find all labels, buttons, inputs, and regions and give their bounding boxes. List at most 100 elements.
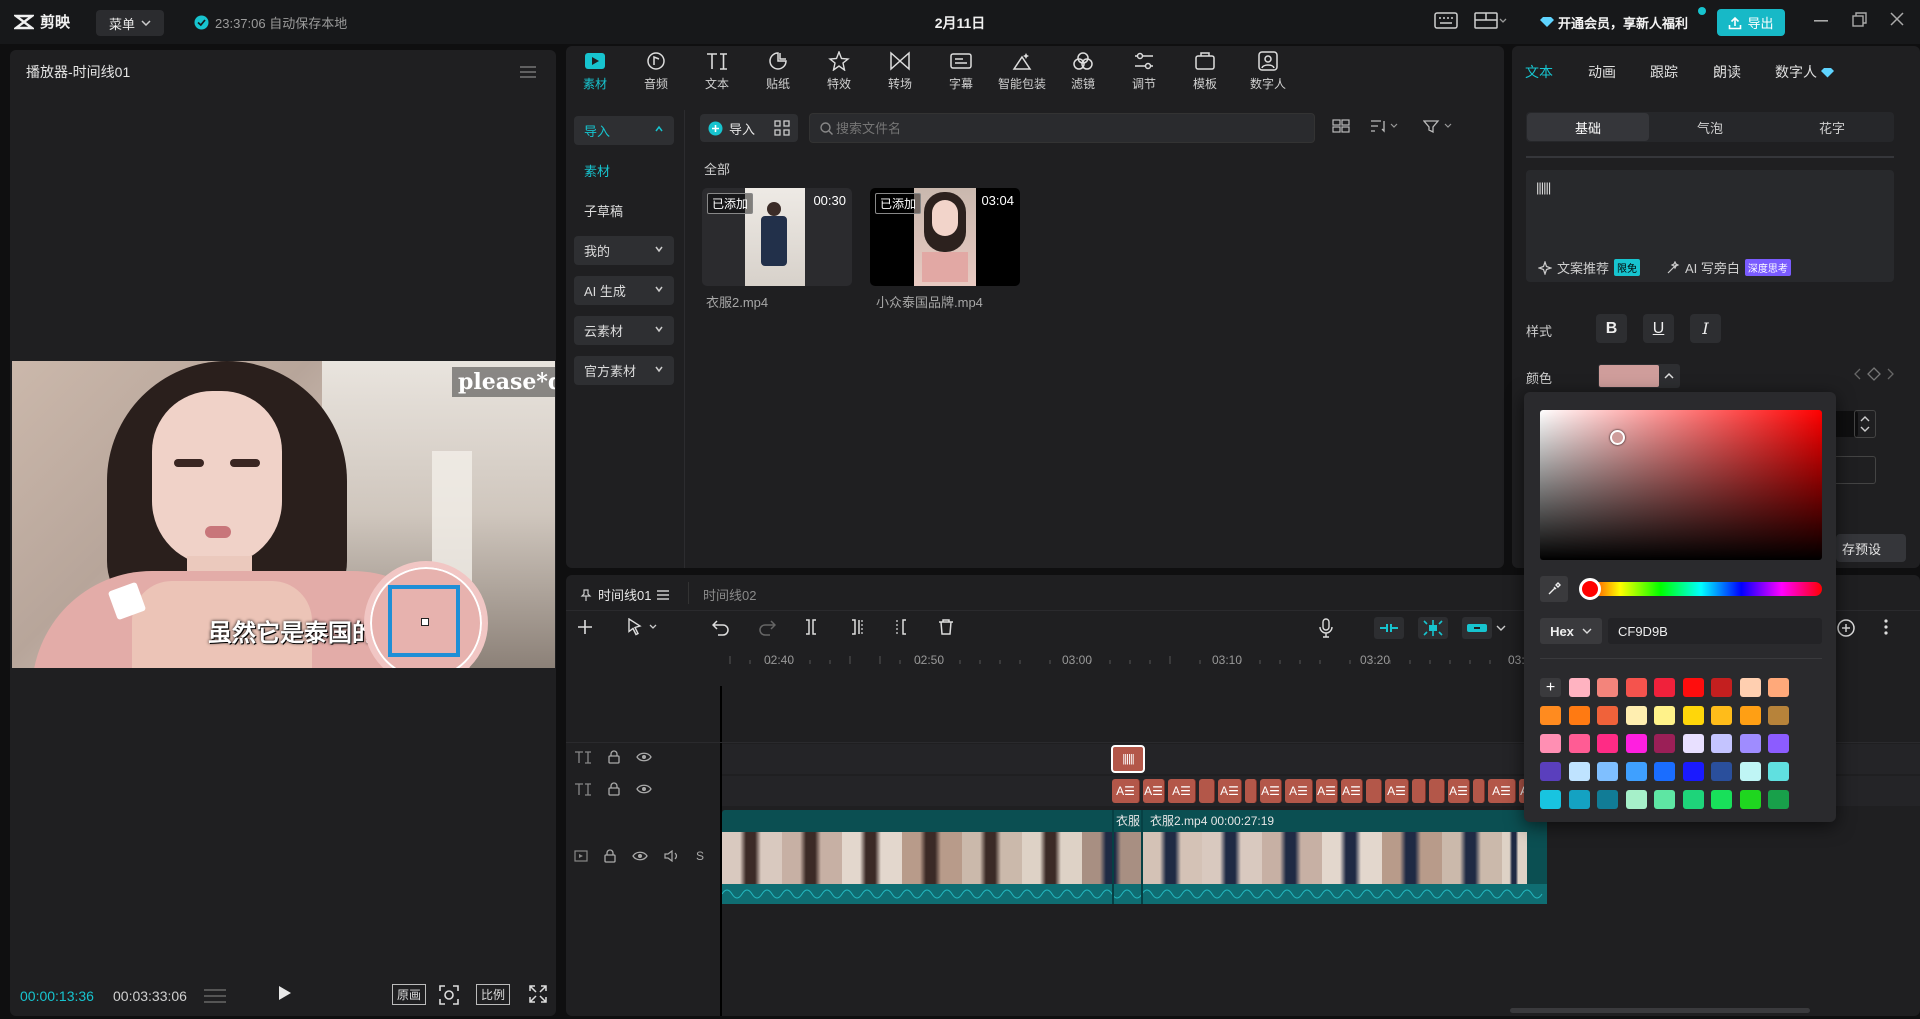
solo-icon[interactable]: S: [696, 849, 704, 863]
lock-icon[interactable]: [608, 750, 620, 764]
color-swatch[interactable]: [1625, 678, 1647, 697]
nav-ai-gen[interactable]: AI 生成: [574, 276, 674, 305]
text-input-box[interactable]: |||||| 文案推荐 限免 AI 写旁白 深度思考: [1526, 170, 1894, 282]
minimize-icon[interactable]: [1814, 20, 1828, 22]
color-swatch[interactable]: [1768, 706, 1789, 725]
color-swatch[interactable]: [1597, 762, 1618, 781]
export-button[interactable]: 导出: [1717, 9, 1785, 36]
main-track-magnet-button[interactable]: [1374, 617, 1404, 639]
color-swatch[interactable]: [1540, 790, 1561, 809]
tab-text[interactable]: 文本: [1525, 62, 1553, 82]
eye-icon[interactable]: [636, 751, 652, 763]
color-swatch[interactable]: [1540, 762, 1561, 781]
zoom-in-icon[interactable]: [1836, 618, 1856, 638]
delete-icon[interactable]: [937, 618, 955, 636]
color-swatch[interactable]: [1540, 734, 1561, 753]
more-options-icon[interactable]: [1884, 618, 1888, 636]
snap-button[interactable]: [1418, 617, 1448, 639]
tab-read-aloud[interactable]: 朗读: [1713, 62, 1741, 82]
tool-smart-pack[interactable]: 智能包装: [994, 51, 1050, 101]
filter-funnel-icon[interactable]: [1423, 119, 1455, 133]
microphone-icon[interactable]: [1318, 618, 1334, 638]
color-swatch[interactable]: [1654, 734, 1675, 753]
partial-input[interactable]: [1836, 456, 1876, 484]
restore-icon[interactable]: [1852, 12, 1867, 27]
add-swatch-button[interactable]: +: [1540, 678, 1561, 697]
color-swatch[interactable]: [1739, 790, 1761, 809]
play-icon[interactable]: [277, 984, 293, 1002]
hue-slider[interactable]: [1580, 582, 1822, 596]
sort-icon[interactable]: [1370, 119, 1400, 133]
nav-official[interactable]: 官方素材: [574, 356, 674, 385]
keyboard-shortcut-icon[interactable]: [1434, 10, 1458, 32]
copy-recommend-button[interactable]: 文案推荐 限免: [1538, 258, 1641, 277]
trim-right-icon[interactable]: [892, 618, 910, 636]
color-swatch[interactable]: [1739, 734, 1761, 753]
lock-icon[interactable]: [604, 849, 616, 863]
color-dropdown[interactable]: [1598, 364, 1680, 388]
color-swatch[interactable]: [1768, 734, 1789, 753]
tool-filter[interactable]: 滤镜: [1055, 51, 1111, 101]
media-item[interactable]: 已添加 00:30: [702, 188, 852, 286]
subtitle-clip[interactable]: A☰: [1448, 779, 1470, 803]
subtitle-clip[interactable]: A☰: [1260, 779, 1282, 803]
color-swatch[interactable]: [1597, 790, 1618, 809]
layout-icon[interactable]: [1474, 10, 1508, 32]
color-swatch[interactable]: [1568, 706, 1590, 725]
color-mode-dropdown[interactable]: Hex: [1540, 618, 1602, 644]
color-swatch[interactable]: [1568, 734, 1590, 753]
segment-fancy-text[interactable]: 花字: [1771, 113, 1893, 141]
italic-button[interactable]: I: [1690, 314, 1721, 343]
underline-button[interactable]: U: [1643, 314, 1674, 343]
menu-button[interactable]: 菜单: [96, 10, 164, 36]
tool-audio[interactable]: 音频: [628, 51, 684, 101]
color-swatch[interactable]: [1739, 762, 1761, 781]
timecode-mode-icon[interactable]: [202, 987, 228, 1005]
color-swatch[interactable]: [1682, 790, 1704, 809]
link-button[interactable]: [1462, 617, 1492, 639]
color-field-handle[interactable]: [1610, 430, 1625, 445]
fullscreen-icon[interactable]: [528, 984, 548, 1004]
subtitle-clip[interactable]: A☰: [1385, 779, 1409, 803]
color-swatch[interactable]: [1625, 734, 1647, 753]
color-swatch[interactable]: [1768, 790, 1789, 809]
subtitle-clip[interactable]: A☰: [1285, 779, 1313, 803]
color-swatch[interactable]: [1682, 762, 1704, 781]
segment-bubble[interactable]: 气泡: [1649, 113, 1771, 141]
subtitle-clip[interactable]: A☰: [1316, 779, 1338, 803]
text-clip-selected[interactable]: ||||||: [1111, 745, 1145, 773]
tab-animation[interactable]: 动画: [1588, 62, 1616, 82]
color-swatch[interactable]: [1711, 734, 1732, 753]
color-swatch[interactable]: [1625, 790, 1647, 809]
color-swatch[interactable]: [1540, 706, 1561, 725]
color-swatch[interactable]: [1654, 790, 1675, 809]
media-item[interactable]: 已添加 03:04: [870, 188, 1020, 286]
color-swatch[interactable]: [1654, 762, 1675, 781]
color-swatch[interactable]: [1711, 706, 1732, 725]
tool-transition[interactable]: 转场: [872, 51, 928, 101]
nav-import[interactable]: 导入: [574, 116, 674, 145]
timeline-tab-1[interactable]: 时间线01: [580, 585, 670, 604]
nav-sub-draft[interactable]: 子草稿: [574, 196, 674, 225]
redo-icon[interactable]: [758, 618, 776, 636]
subtitle-clip[interactable]: A☰: [1341, 779, 1363, 803]
import-button[interactable]: 导入: [708, 119, 755, 138]
nav-cloud[interactable]: 云素材: [574, 316, 674, 345]
search-box[interactable]: [809, 113, 1315, 143]
view-mode-icon[interactable]: [1332, 119, 1350, 133]
subtitle-clip[interactable]: [1366, 779, 1382, 803]
nav-material[interactable]: 素材: [574, 156, 674, 185]
subtitle-clip[interactable]: [1245, 779, 1257, 803]
aspect-ratio-button[interactable]: 比例: [476, 984, 511, 1005]
speaker-icon[interactable]: [664, 850, 680, 862]
tool-caption[interactable]: 字幕: [933, 51, 989, 101]
subtitle-clip[interactable]: A☰: [1112, 779, 1140, 803]
tool-effects[interactable]: 特效: [811, 51, 867, 101]
color-swatch[interactable]: [1625, 706, 1647, 725]
color-swatch[interactable]: [1682, 678, 1704, 697]
search-input[interactable]: [836, 118, 1296, 138]
color-swatch[interactable]: [1597, 706, 1618, 725]
segment-basic[interactable]: 基础: [1527, 113, 1649, 141]
color-swatch[interactable]: [1625, 762, 1647, 781]
original-quality-button[interactable]: 原画: [392, 984, 427, 1005]
